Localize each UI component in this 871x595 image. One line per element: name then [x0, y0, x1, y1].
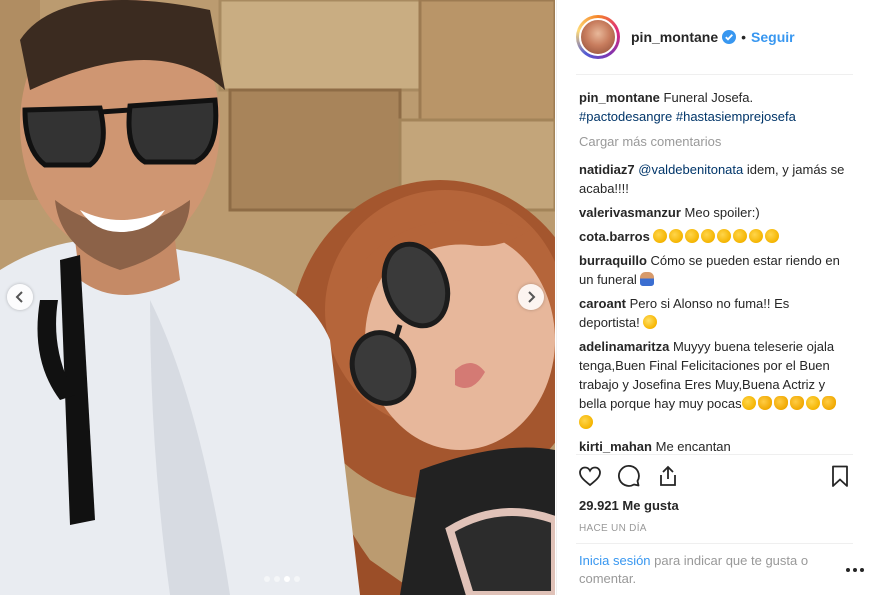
comment-username[interactable]: burraquillo [579, 253, 647, 268]
carousel-dot [264, 576, 270, 582]
share-button[interactable] [654, 462, 682, 490]
post-image [0, 0, 555, 595]
avatar[interactable] [576, 15, 620, 59]
comment-username[interactable]: natidiaz7 [579, 162, 635, 177]
comment-text: Meo spoiler:) [684, 205, 760, 220]
raised-hands-icon [773, 396, 788, 410]
chevron-left-icon [15, 291, 23, 303]
carousel-dot-active [284, 576, 290, 582]
header-separator: • [741, 29, 747, 45]
caption-username[interactable]: pin_montane [579, 90, 660, 105]
login-prompt: Inicia sesión para indicar que te gusta … [579, 552, 829, 588]
comment-username[interactable]: kirti_mahan [579, 439, 652, 454]
caption-text: Funeral Josefa. [663, 90, 754, 105]
previous-photo-button[interactable] [7, 284, 33, 310]
like-count[interactable]: 29.921 Me gusta [579, 498, 679, 513]
raised-hands-icon [757, 396, 772, 410]
share-icon [660, 465, 676, 486]
clapping-hands-icon [765, 229, 780, 243]
caption: pin_montane Funeral Josefa. #pactodesang… [579, 88, 849, 126]
caption-hashtags[interactable]: #pactodesangre #hastasiemprejosefa [579, 109, 796, 124]
clapping-hands-icon [733, 229, 748, 243]
verified-badge-icon [722, 30, 737, 44]
bookmark-icon [832, 465, 848, 487]
carousel-dot [294, 576, 300, 582]
clapping-hands-icon [579, 415, 593, 429]
comment-username[interactable]: valerivasmanzur [579, 205, 681, 220]
more-options-button[interactable] [845, 562, 865, 578]
comment-button[interactable] [615, 462, 643, 490]
raised-hands-icon [789, 396, 804, 410]
post-header: pin_montane • Seguir [576, 14, 846, 60]
avatar-image [579, 18, 617, 56]
comment-text: Me encantan [655, 439, 731, 454]
post-timestamp[interactable]: Hace un día [579, 523, 647, 534]
clapping-hands-icon [669, 229, 684, 243]
divider [576, 74, 853, 75]
comment-username[interactable]: adelinamaritza [579, 339, 669, 354]
clapping-hands-icon [749, 229, 764, 243]
comment-username[interactable]: cota.barros [579, 229, 650, 244]
comment-item: valerivasmanzur Meo spoiler:) [579, 203, 849, 222]
clapping-hands-icon [653, 229, 668, 243]
comment-item: natidiaz7 @valdebenitonata idem, y jamás… [579, 160, 849, 198]
comment-item: cota.barros [579, 227, 849, 246]
like-button[interactable] [576, 462, 604, 490]
clapping-hands-icon [741, 396, 756, 410]
comment-bubble-icon [618, 465, 640, 487]
divider [576, 543, 853, 544]
heart-icon [579, 466, 601, 487]
clapping-hands-icon [717, 229, 732, 243]
comment-item: caroant Pero si Alonso no fuma!! Es depo… [579, 294, 849, 332]
login-link[interactable]: Inicia sesión [579, 553, 651, 568]
clapping-hands-icon [685, 229, 700, 243]
comment-mention[interactable]: @valdebenitonata [638, 162, 743, 177]
carousel-indicator [264, 576, 300, 582]
person-shrugging-icon [640, 272, 655, 286]
follow-button[interactable]: Seguir [751, 29, 795, 45]
carousel-dot [274, 576, 280, 582]
laughing-face-icon [643, 315, 658, 329]
comment-emojis [653, 229, 781, 244]
load-more-comments-button[interactable]: Cargar más comentarios [579, 132, 849, 151]
save-button[interactable] [826, 462, 854, 490]
comment-username[interactable]: caroant [579, 296, 626, 311]
clapping-hands-icon [805, 396, 820, 410]
comments-list: pin_montane Funeral Josefa. #pactodesang… [579, 88, 849, 461]
post-photo[interactable] [0, 0, 555, 595]
next-photo-button[interactable] [518, 284, 544, 310]
raised-hands-icon [821, 396, 836, 410]
chevron-right-icon [528, 291, 536, 303]
clapping-hands-icon [701, 229, 716, 243]
comment-item: adelinamaritza Muyyy buena teleserie oja… [579, 337, 849, 432]
comment-item: burraquillo Cómo se pueden estar riendo … [579, 251, 849, 289]
author-username[interactable]: pin_montane [631, 29, 718, 45]
more-options-icon [846, 568, 864, 572]
post-actions [576, 462, 856, 492]
post-side-panel: pin_montane • Seguir pin_montane Funeral… [556, 0, 871, 595]
divider [576, 454, 853, 455]
